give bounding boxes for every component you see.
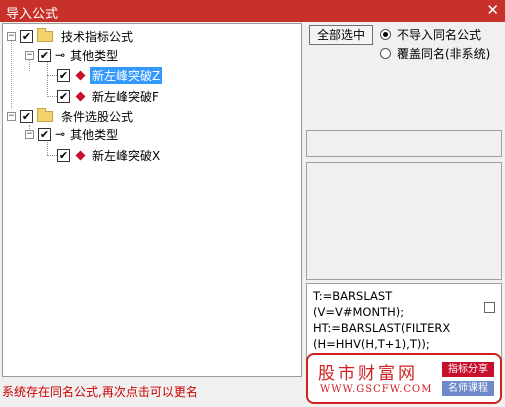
- option-overwrite-duplicates[interactable]: 覆盖同名(非系统): [380, 45, 490, 62]
- preview-checkbox[interactable]: [484, 302, 495, 313]
- option-label: 不导入同名公式: [397, 28, 482, 42]
- tree-node-formula-x[interactable]: ✔ 新左峰突破X: [57, 146, 162, 164]
- checkbox[interactable]: ✔: [38, 127, 51, 141]
- formula-tree[interactable]: − ✔ 技术指标公式 − ✔ ⊸ 其他类型 ✔ 新左峰突破Z ✔ 新左峰突破F …: [2, 23, 302, 377]
- tree-node-other-types[interactable]: − ✔ ⊸ 其他类型: [25, 46, 120, 64]
- collapse-icon[interactable]: −: [25, 50, 34, 60]
- tree-node-stock-selection-formulas[interactable]: − ✔ 条件选股公式: [7, 107, 135, 125]
- watermark-tag-course: 名师课程: [442, 381, 494, 396]
- tree-node-indicator-formulas[interactable]: − ✔ 技术指标公式: [7, 27, 135, 45]
- formula-icon: [75, 150, 86, 160]
- code-line: T:=BARSLAST: [313, 289, 393, 303]
- checkbox[interactable]: ✔: [20, 109, 33, 123]
- status-message: 系统存在同名公式,再次点击可以更名: [2, 385, 198, 399]
- formula-icon: [75, 91, 86, 101]
- checkbox[interactable]: ✔: [57, 68, 70, 82]
- tree-node-label: 技术指标公式: [61, 29, 134, 44]
- watermark-url: WWW.GSCFW.COM: [320, 384, 433, 395]
- option-label: 覆盖同名(非系统): [397, 47, 491, 61]
- folder-icon: [37, 107, 53, 122]
- collapse-icon[interactable]: −: [7, 111, 16, 121]
- radio-button[interactable]: [380, 48, 391, 59]
- radio-button[interactable]: [380, 29, 391, 40]
- info-field: [306, 130, 502, 157]
- checkbox[interactable]: ✔: [57, 89, 70, 103]
- formula-icon: [75, 70, 86, 80]
- tree-node-label: 新左峰突破X: [92, 148, 161, 163]
- site-watermark: 股市财富网 WWW.GSCFW.COM 指标分享 名师课程: [306, 353, 502, 404]
- checkbox[interactable]: ✔: [57, 148, 70, 162]
- title-bar: 导入公式 ✕: [0, 0, 505, 22]
- select-all-button[interactable]: 全部选中: [309, 25, 373, 45]
- description-panel: [306, 162, 502, 280]
- close-icon[interactable]: ✕: [486, 1, 499, 19]
- option-skip-duplicates[interactable]: 不导入同名公式: [380, 26, 481, 43]
- collapse-icon[interactable]: −: [25, 129, 34, 139]
- code-line: (V=V#MONTH);: [313, 305, 405, 319]
- tree-node-label: 其他类型: [70, 48, 119, 63]
- watermark-tag-share: 指标分享: [442, 362, 494, 377]
- tree-node-label: 新左峰突破Z: [90, 66, 163, 84]
- checkbox[interactable]: ✔: [20, 29, 33, 43]
- tree-node-other-types-2[interactable]: − ✔ ⊸ 其他类型: [25, 125, 120, 143]
- watermark-brand: 股市财富网: [318, 364, 418, 384]
- code-line: (H=HHV(H,T+1),T));: [313, 337, 430, 351]
- folder-icon: [37, 27, 53, 42]
- window-title: 导入公式: [6, 7, 59, 22]
- collapse-icon[interactable]: −: [7, 31, 16, 41]
- tree-node-formula-z[interactable]: ✔ 新左峰突破Z: [57, 66, 163, 84]
- code-line: HT:=BARSLAST(FILTERX: [313, 321, 451, 335]
- key-icon: ⊸: [55, 48, 65, 62]
- tree-node-label: 其他类型: [70, 127, 119, 142]
- tree-node-label: 新左峰突破F: [92, 89, 159, 104]
- tree-node-label: 条件选股公式: [61, 109, 134, 124]
- checkbox[interactable]: ✔: [38, 48, 51, 62]
- key-icon: ⊸: [55, 127, 65, 141]
- tree-node-formula-f[interactable]: ✔ 新左峰突破F: [57, 87, 161, 105]
